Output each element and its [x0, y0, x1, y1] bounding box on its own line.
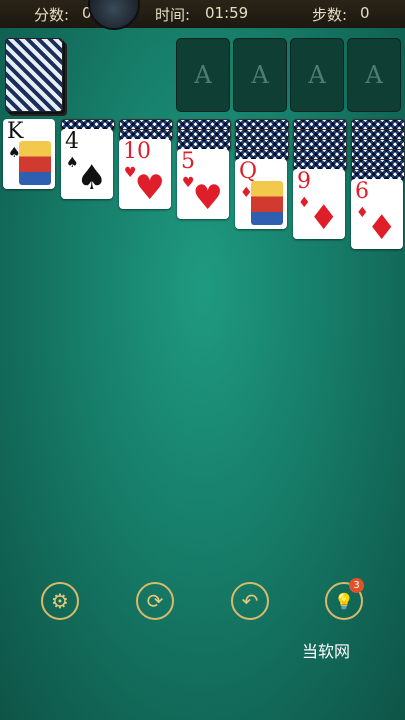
hint-count-badge: 3 — [349, 578, 364, 593]
card-rank: 10 — [123, 139, 151, 164]
tableau-card-3[interactable]: 10 ♥ ♥ — [119, 139, 171, 209]
card-suit-large-icon: ♥ — [134, 168, 165, 208]
tableau-card-6[interactable]: 9 ♦ ♦ — [293, 169, 345, 239]
foundation-4[interactable]: A — [347, 38, 401, 112]
tableau-card-5[interactable]: Q ♦ — [235, 159, 287, 229]
foundation-2[interactable]: A — [233, 38, 287, 112]
time-value: 01:59 — [205, 4, 249, 22]
gear-icon: ⚙ — [51, 589, 69, 613]
card-rank: 4 — [65, 129, 79, 154]
refresh-icon: ⟳ — [146, 589, 164, 613]
card-suit-large-icon: ♦ — [308, 198, 339, 238]
settings-button[interactable]: ⚙ — [41, 582, 79, 620]
face-card-art-icon — [251, 181, 283, 225]
face-card-art-icon — [19, 141, 51, 185]
lightbulb-icon: 💡 — [334, 591, 354, 611]
moves-label: 步数: — [312, 6, 348, 24]
card-rank: 9 — [297, 169, 311, 194]
stock-pile[interactable] — [5, 38, 63, 112]
card-rank: K — [7, 119, 24, 144]
card-rank: 5 — [181, 149, 195, 174]
undo-button[interactable]: ↶ — [231, 582, 269, 620]
tableau-card-4[interactable]: 5 ♥ ♥ — [177, 149, 229, 219]
card-suit-large-icon: ♦ — [366, 208, 397, 248]
tableau-card-2[interactable]: 4 ♠ ♠ — [61, 129, 113, 199]
foundation-3[interactable]: A — [290, 38, 344, 112]
score-label: 分数: — [34, 6, 70, 24]
card-suit-large-icon: ♠ — [76, 158, 107, 198]
card-rank: 6 — [355, 179, 369, 204]
watermark: 当软网 — [302, 642, 351, 661]
tableau-card-7[interactable]: 6 ♦ ♦ — [351, 179, 403, 249]
top-bar: 分数: 0 时间: 01:59 步数: 0 — [0, 0, 405, 30]
moves-value: 0 — [360, 4, 370, 22]
menu-knob-icon[interactable] — [88, 0, 140, 30]
card-suit-large-icon: ♥ — [192, 178, 223, 218]
card-rank: Q — [239, 159, 258, 184]
restart-button[interactable]: ⟳ — [136, 582, 174, 620]
undo-icon: ↶ — [241, 589, 259, 613]
time-label: 时间: — [155, 6, 191, 24]
foundation-1[interactable]: A — [176, 38, 230, 112]
tableau-card-1[interactable]: K ♠ — [3, 119, 55, 189]
